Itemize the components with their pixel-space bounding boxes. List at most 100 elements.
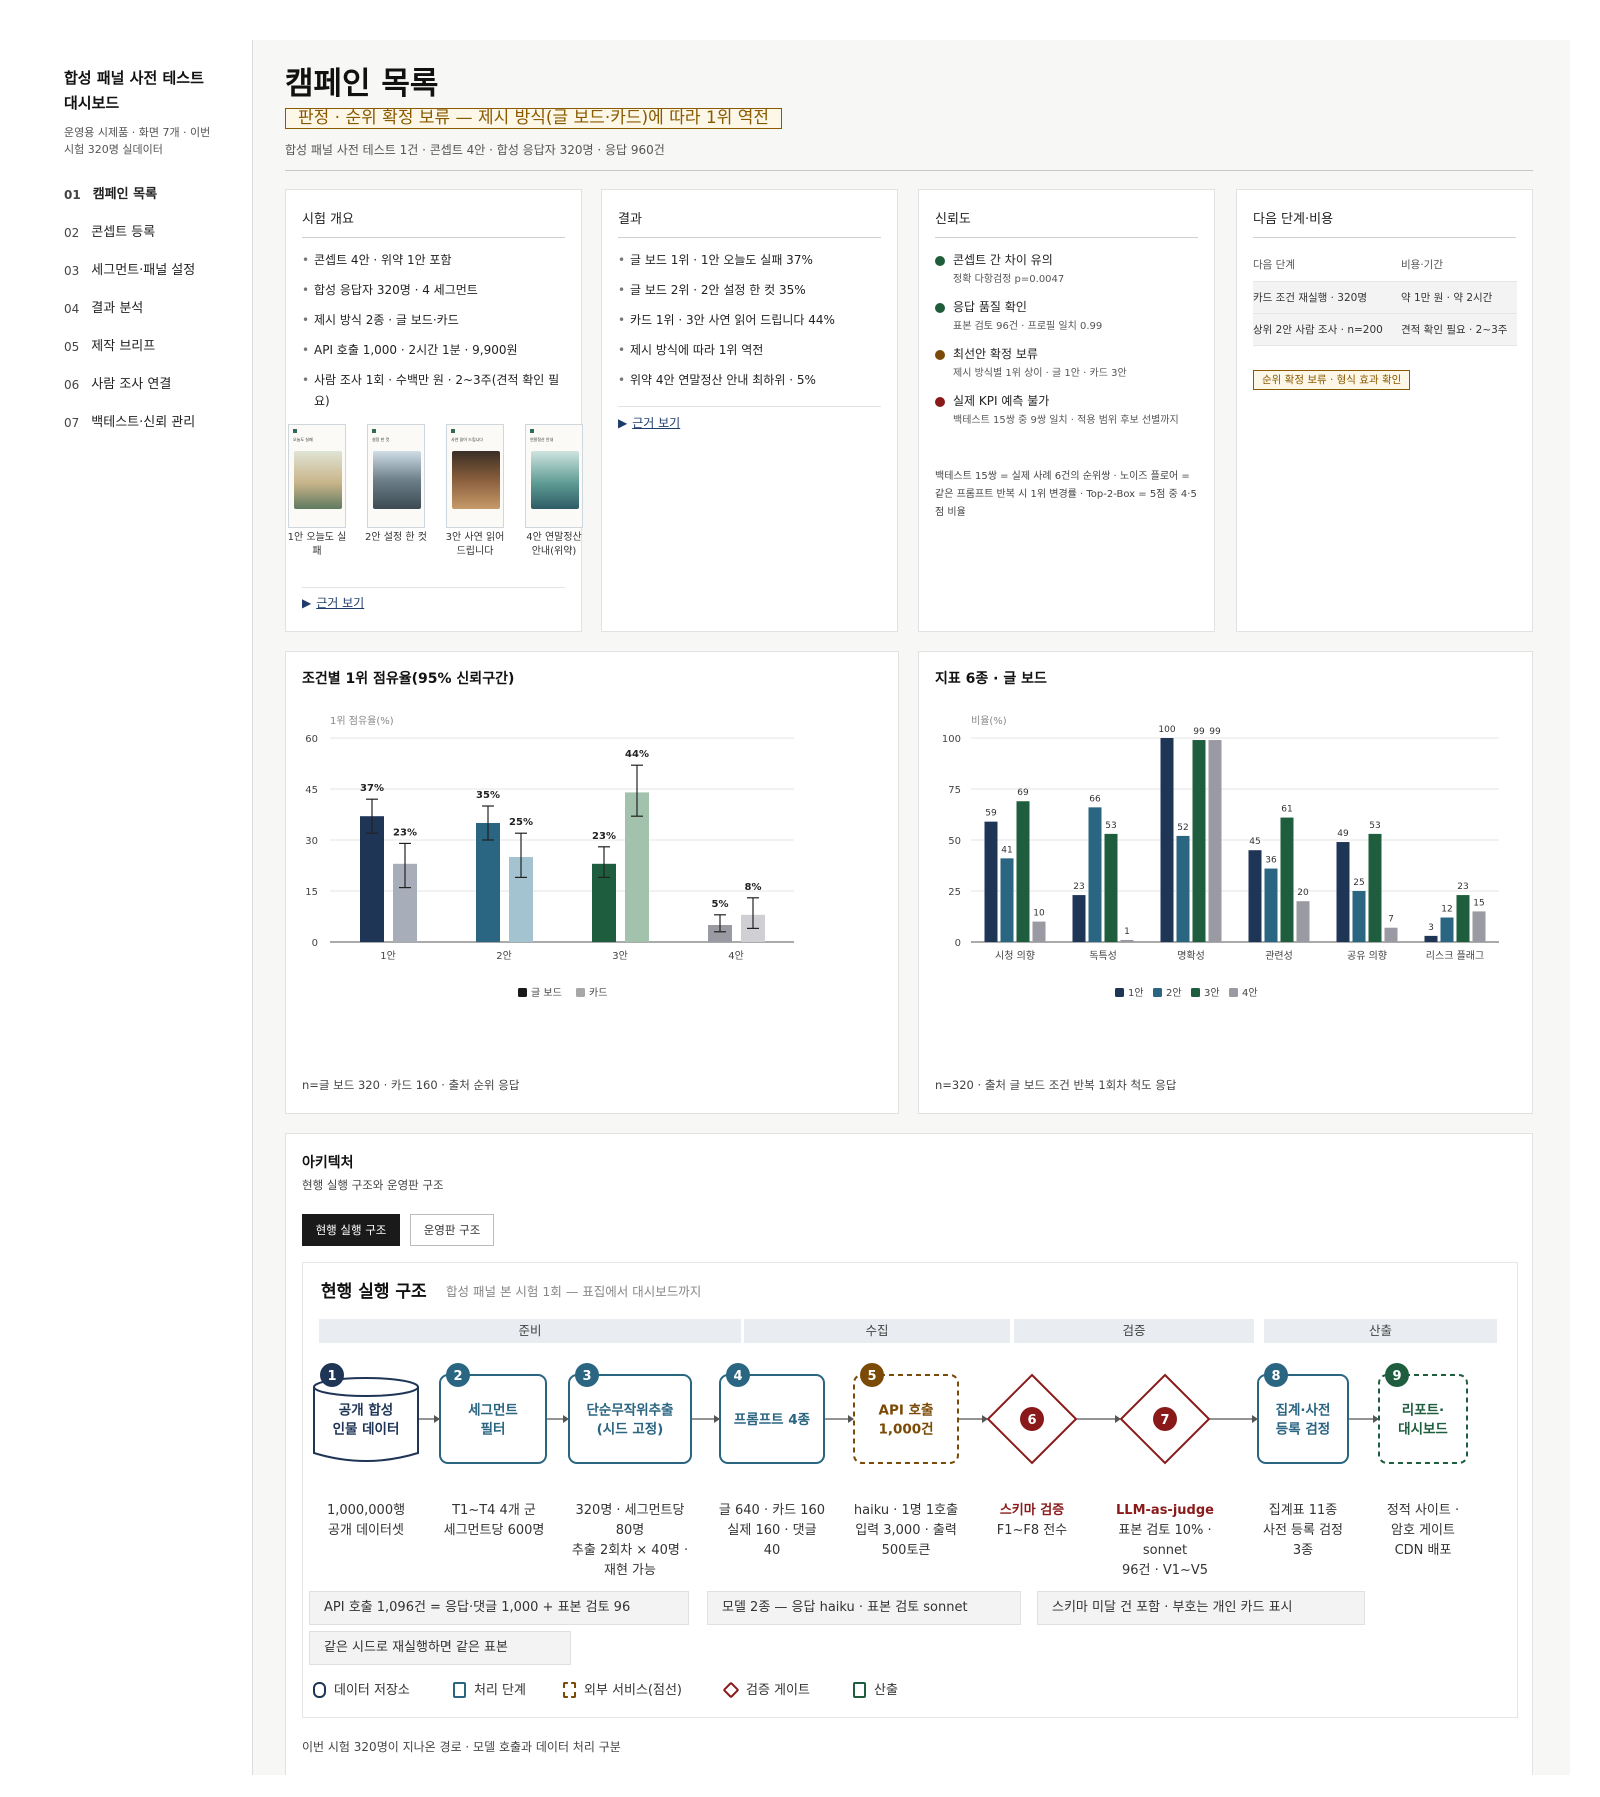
bar [1248, 850, 1262, 942]
output-box-icon [853, 1682, 866, 1698]
sidebar-item-concept-register[interactable]: 02 콘셉트 등록 [64, 222, 234, 260]
pipeline-flow: 1 공개 합성인물 데이터 2 세그먼트필터 3 단순무작위추출 (시드 고정) 4 프롬프트 … [313, 1363, 1468, 1465]
thumbnail-title: 설정 한 컷 [372, 437, 390, 442]
bar [1296, 901, 1310, 942]
sidebar-item-backtest[interactable]: 07 백테스트·신뢰 관리 [64, 412, 234, 450]
concept-thumbnail[interactable]: 설정 한 컷 [367, 424, 425, 528]
sidebar-item-campaign-list[interactable]: 01 캠페인 목록 [64, 184, 234, 222]
step-label: 공개 합성 [339, 1402, 393, 1419]
legend-swatch [1191, 988, 1200, 997]
legend-label: 외부 서비스(점선) [584, 1683, 682, 1698]
overview-card: 시험 개요 콘셉트 4안 · 위약 1안 포함 합성 응답자 320명 · 4 … [285, 189, 583, 632]
table-header-row: 다음 단계 비용·기간 [1253, 248, 1517, 282]
data-label: 59 [985, 809, 997, 819]
legend-swatch [518, 988, 527, 997]
brand-title: 합성 패널 사전 테스트 대시보드 [64, 66, 234, 116]
evidence-toggle[interactable]: ▶ 근거 보기 [302, 594, 364, 611]
bar [1352, 891, 1366, 942]
status-dot-icon [935, 397, 945, 407]
data-label: 99 [1209, 727, 1221, 737]
data-label: 36 [1265, 856, 1277, 866]
bar [1032, 921, 1046, 942]
step-number: 3 [582, 1369, 591, 1384]
chart-title: 조건별 1위 점유율(95% 신뢰구간) [302, 671, 515, 687]
status-dot-icon [935, 256, 945, 266]
tab-operations-structure[interactable]: 운영판 구조 [410, 1214, 494, 1246]
y-tick-label: 75 [948, 785, 961, 796]
reliability-head: 콘셉트 간 차이 유의 [953, 253, 1053, 267]
bar [1104, 833, 1118, 942]
reliability-card: 신뢰도 콘셉트 간 차이 유의 정확 다항검정 p=0.0047 응답 품질 확… [918, 189, 1215, 632]
reliability-sub: 표본 검토 96건 · 프로필 일치 0.99 [953, 321, 1103, 332]
step-description-line: 집계표 11종 [1268, 1503, 1338, 1518]
concept-thumbnail[interactable]: 연말정산 안내 [525, 424, 583, 528]
step-description-line: 암호 게이트 [1391, 1523, 1455, 1538]
data-label: 5% [712, 899, 729, 910]
legend-item: 외부 서비스(점선) [563, 1679, 682, 1698]
thumbnail-illustration [373, 451, 421, 509]
bar [476, 823, 500, 942]
table-row: 상위 2안 사람 조사 · n=200 견적 확인 필요 · 2~3주 [1253, 313, 1517, 346]
phase-label: 준비 [319, 1319, 741, 1343]
bar [1192, 740, 1206, 942]
data-label: 3 [1428, 923, 1434, 933]
legend-label: 1안 [1128, 987, 1144, 999]
bar [1336, 842, 1350, 942]
data-label: 35% [476, 790, 500, 801]
legend-swatch [576, 988, 585, 997]
y-axis-label: 비율(%) [971, 715, 1007, 727]
verdict-banner: 판정 · 순위 확정 보류 — 제시 방식(글 보드·카드)에 따라 1위 역전 [285, 108, 783, 129]
step-description-line: 표본 검토 10% · [1118, 1523, 1212, 1538]
legend-item: 처리 단계 [453, 1679, 526, 1698]
note-box: 스키마 미달 건 포함 · 부호는 개인 카드 표시 [1037, 1591, 1365, 1625]
brand-subtitle: 운영용 시제품 · 화면 7개 · 이번 시험 320명 실데이터 [64, 124, 234, 158]
tab-current-structure[interactable]: 현행 실행 구조 [302, 1214, 400, 1246]
step-description-line: F1~F8 전수 [996, 1523, 1068, 1538]
sidebar-item-human-survey[interactable]: 06 사람 조사 연결 [64, 374, 234, 412]
step-label: 등록 검정 [1276, 1421, 1330, 1438]
data-label: 61 [1281, 805, 1292, 815]
thumbnail-caption: 1안 오늘도 실패 [287, 532, 347, 557]
concept-thumbnail[interactable]: 오늘도 실패 [288, 424, 346, 528]
sidebar-item-result-analysis[interactable]: 04 결과 분석 [64, 298, 234, 336]
legend-item: 검증 게이트 [722, 1679, 810, 1699]
x-tick-label: 시청 의향 [995, 950, 1035, 962]
bar [1280, 817, 1294, 942]
note-box: 모델 2종 — 응답 haiku · 표본 검토 sonnet [707, 1591, 1021, 1625]
bar [1016, 801, 1030, 942]
data-label: 99 [1193, 727, 1205, 737]
step-label-red: LLM-as-judge [1116, 1503, 1214, 1518]
step-description: T1~T4 4개 군 세그먼트당 600명 [429, 1501, 559, 1541]
card-divider [302, 587, 565, 588]
step-description-line: 입력 3,000 · 출력 [855, 1523, 957, 1538]
step-description: haiku · 1명 1호출 입력 3,000 · 출력 500토큰 [841, 1501, 971, 1561]
step-label: 리포트· [1402, 1403, 1444, 1419]
result-bullet: 위약 4안 연말정산 안내 최하위 · 5% [618, 370, 879, 391]
legend-item: 산출 [853, 1679, 898, 1698]
bar [1368, 833, 1382, 942]
evidence-toggle[interactable]: ▶ 근거 보기 [618, 414, 680, 431]
architecture-card: 아키텍처 현행 실행 구조와 운영판 구조 현행 실행 구조 운영판 구조 현행… [285, 1133, 1533, 1775]
cylinder-icon [313, 1682, 326, 1698]
table-cell: 상위 2안 사람 조사 · n=200 [1253, 313, 1401, 346]
sidebar-item-segment-panel[interactable]: 03 세그먼트·패널 설정 [64, 260, 234, 298]
concept-thumbnail[interactable]: 사연 읽어 드립니다 [446, 424, 504, 528]
data-label: 41 [1001, 845, 1012, 855]
data-label: 23 [1073, 882, 1084, 892]
share-chart: 1위 점유율(%) 0 15 30 45 60 37% 23% 1안 35% 25% 2안 23% 44%… [305, 714, 794, 999]
step-number: 2 [453, 1369, 462, 1384]
x-tick-label: 독특성 [1089, 950, 1117, 962]
reliability-sub: 제시 방식별 1위 상이 · 글 1안 · 카드 3안 [953, 368, 1127, 379]
step-description: 스키마 검증 F1~F8 전수 [975, 1501, 1089, 1541]
step-number: 8 [1271, 1369, 1280, 1384]
x-tick-label: 3안 [612, 950, 628, 962]
process-box-icon [453, 1682, 466, 1698]
bar [1160, 738, 1174, 942]
sidebar-item-production-brief[interactable]: 05 제작 브리프 [64, 336, 234, 374]
status-dot-icon [935, 303, 945, 313]
legend-label: 2안 [1166, 987, 1182, 999]
bar [1072, 895, 1086, 942]
x-tick-label: 명확성 [1177, 950, 1205, 962]
legend-swatch [1153, 988, 1162, 997]
share-chart-card: 조건별 1위 점유율(95% 신뢰구간) 1위 점유율(%) 0 15 30 45 60 3… [285, 651, 899, 1114]
